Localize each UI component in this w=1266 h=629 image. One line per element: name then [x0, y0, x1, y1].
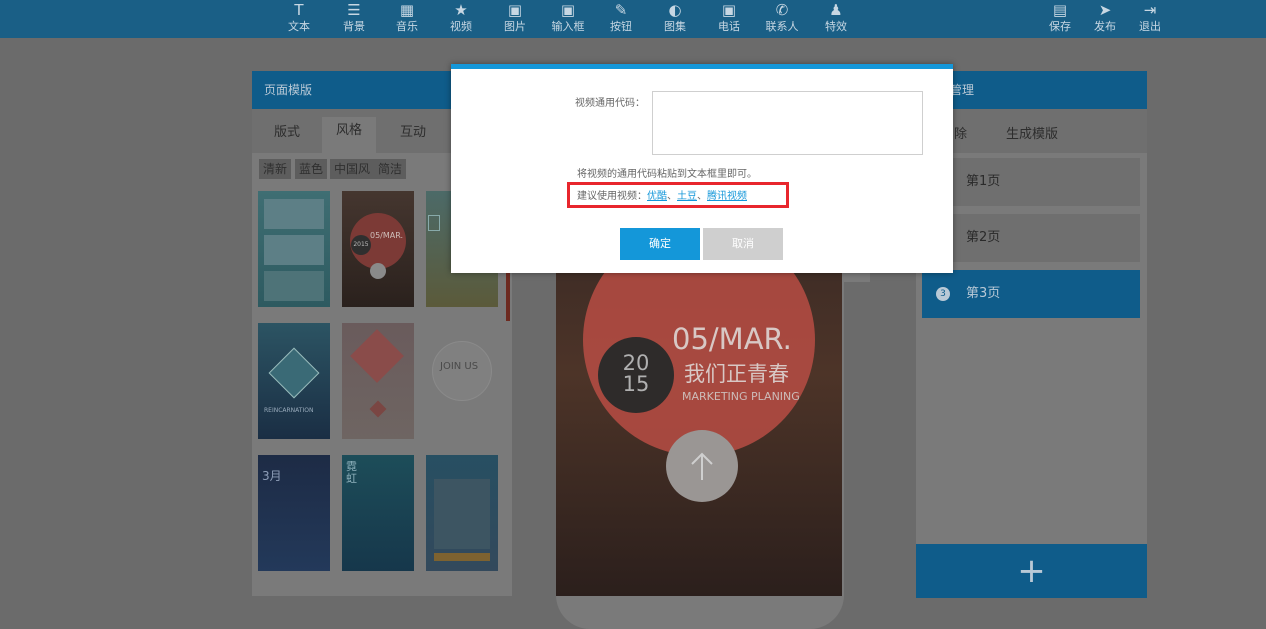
tab-layout[interactable]: 版式 — [274, 121, 300, 140]
template-thumb-8[interactable]: 霓虹 — [342, 455, 414, 571]
toolbar-publish-button[interactable]: ➤ 发布 — [1083, 0, 1127, 38]
preview-headline: 我们正青春 — [684, 362, 789, 386]
cancel-button[interactable]: 取消 — [703, 228, 783, 260]
music-icon: ▦ — [399, 1, 415, 19]
thumb-8-text: 霓虹 — [346, 460, 357, 485]
delete-page-button[interactable]: 除 — [954, 123, 967, 142]
toolbar-text-button[interactable]: T 文本 — [277, 0, 321, 38]
toolbar-background-button[interactable]: ☰ 背景 — [332, 0, 376, 38]
toolbar-save-button[interactable]: ▤ 保存 — [1038, 0, 1082, 38]
toolbar-label: 图片 — [504, 20, 526, 33]
filter-simple[interactable]: 简洁 — [374, 159, 407, 179]
phone-icon: ▣ — [721, 1, 737, 19]
add-page-button[interactable]: + — [916, 544, 1147, 598]
toolbar-label: 图集 — [664, 20, 686, 33]
toolbar-button-button[interactable]: ✎ 按钮 — [599, 0, 643, 38]
contact-icon: ✆ — [775, 1, 789, 19]
background-icon: ☰ — [347, 1, 361, 19]
toolbar-effects-button[interactable]: ♟ 特效 — [814, 0, 858, 38]
filter-fresh[interactable]: 清新 — [259, 159, 292, 179]
video-code-textarea[interactable] — [652, 91, 923, 155]
toolbar-exit-button[interactable]: ⇥ 退出 — [1128, 0, 1172, 38]
button-icon: ✎ — [614, 1, 628, 19]
toolbar-label: 背景 — [343, 20, 365, 33]
plus-icon: + — [1017, 551, 1046, 591]
toolbar-phone-button[interactable]: ▣ 电话 — [707, 0, 751, 38]
tencent-video-link[interactable]: 腾讯视频 — [707, 191, 747, 202]
thumb-7-text: 3月 — [262, 469, 282, 483]
exit-icon: ⇥ — [1143, 1, 1157, 19]
template-thumb-1[interactable] — [258, 191, 330, 307]
preview-art — [583, 226, 815, 502]
toolbar-label: 输入框 — [551, 20, 585, 33]
code-label: 视频通用代码： — [575, 98, 645, 109]
top-toolbar: T 文本 ☰ 背景 ▦ 音乐 ★ 视频 ▣ 图片 ▣ 输入框 ✎ 按钮 ◐ 图集 ▣ 电话 ✆ 联系人 ♟ 特效 ▤ 保存 ➤… — [0, 0, 1266, 38]
image-icon: ▣ — [507, 1, 523, 19]
tab-style[interactable]: 风格 — [322, 117, 377, 153]
toolbar-label: 退出 — [1139, 20, 1161, 33]
toolbar-label: 电话 — [718, 20, 740, 33]
preview-subtitle: MARKETING PLANING — [682, 390, 800, 403]
preview-date: 05/MAR. — [672, 322, 792, 356]
template-thumb-5[interactable] — [342, 323, 414, 439]
toolbar-label: 联系人 — [765, 20, 799, 33]
toolbar-input-button[interactable]: ▣ 输入框 — [546, 0, 590, 38]
toolbar-gallery-button[interactable]: ◐ 图集 — [653, 0, 697, 38]
preview-screen: 2015 05/MAR. 我们正青春 MARKETING PLANING — [556, 226, 842, 596]
template-thumb-4[interactable]: REINCARNATION — [258, 323, 330, 439]
toolbar-label: 保存 — [1049, 20, 1071, 33]
confirm-button[interactable]: 确定 — [620, 228, 700, 260]
template-thumb-7[interactable]: 3月 — [258, 455, 330, 571]
text-icon: T — [294, 1, 304, 19]
input-icon: ▣ — [560, 1, 576, 19]
separator: 、 — [667, 191, 677, 202]
template-thumb-9[interactable] — [426, 455, 498, 571]
toolbar-label: 发布 — [1094, 20, 1116, 33]
toolbar-label: 音乐 — [396, 20, 418, 33]
template-thumb-2[interactable]: 05/MAR. 2015 — [342, 191, 414, 307]
video-icon: ★ — [454, 1, 468, 19]
toolbar-label: 文本 — [288, 20, 310, 33]
effects-icon: ♟ — [829, 1, 843, 19]
toolbar-video-button[interactable]: ★ 视频 — [439, 0, 483, 38]
thumb-2-date: 05/MAR. — [370, 231, 404, 240]
thumb-6-text: JOIN US — [440, 361, 479, 372]
toolbar-label: 按钮 — [610, 20, 632, 33]
toolbar-label: 视频 — [450, 20, 472, 33]
page-item-label: 第1页 — [966, 174, 1001, 189]
paste-hint: 将视频的通用代码粘贴到文本框里即可。 — [577, 169, 757, 180]
page-item-2[interactable]: 第2页 — [922, 214, 1140, 262]
preview-year: 2015 — [622, 351, 650, 396]
toolbar-image-button[interactable]: ▣ 图片 — [493, 0, 537, 38]
template-thumb-6[interactable]: JOIN US — [426, 323, 498, 439]
page-index-badge: 3 — [936, 287, 950, 301]
video-code-dialog: 视频通用代码： 将视频的通用代码粘贴到文本框里即可。 建议使用视频：优酷、土豆、… — [451, 64, 953, 273]
page-item-3[interactable]: 3 第3页 — [922, 270, 1140, 318]
toolbar-contact-button[interactable]: ✆ 联系人 — [760, 0, 804, 38]
publish-icon: ➤ — [1098, 1, 1112, 19]
generate-template-button[interactable]: 生成模版 — [1006, 123, 1058, 142]
page-item-label: 第3页 — [966, 286, 1001, 301]
gallery-icon: ◐ — [668, 1, 682, 19]
suggest-prefix: 建议使用视频： — [577, 191, 647, 202]
save-icon: ▤ — [1052, 1, 1068, 19]
toolbar-label: 特效 — [825, 20, 847, 33]
page-item-1[interactable]: 第1页 — [922, 158, 1140, 206]
toolbar-music-button[interactable]: ▦ 音乐 — [385, 0, 429, 38]
filter-blue[interactable]: 蓝色 — [295, 159, 328, 179]
thumb-4-text: REINCARNATION — [264, 407, 314, 414]
page-item-label: 第2页 — [966, 230, 1001, 245]
separator: 、 — [697, 191, 707, 202]
suggest-row: 建议使用视频：优酷、土豆、腾讯视频 — [577, 187, 747, 202]
tab-interaction[interactable]: 互动 — [400, 121, 426, 140]
thumb-2-year: 2015 — [351, 235, 371, 255]
filter-chinese[interactable]: 中国风 — [330, 159, 375, 179]
youku-link[interactable]: 优酷 — [647, 191, 667, 202]
tudou-link[interactable]: 土豆 — [677, 191, 697, 202]
